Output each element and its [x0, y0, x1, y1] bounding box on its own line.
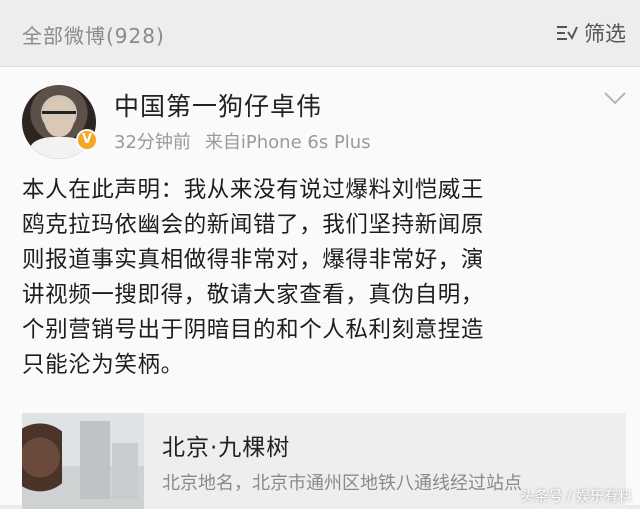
post-source: 来自iPhone 6s Plus	[204, 132, 371, 153]
filter-icon	[557, 26, 578, 41]
building-shape	[80, 421, 110, 499]
location-thumbnail	[22, 413, 144, 509]
tree-shape	[22, 423, 62, 509]
avatar-glasses	[42, 111, 76, 122]
post-body: 本人在此声明：我从来没有说过爆料刘恺威王 鸥克拉玛依幽会的新闻错了，我们坚持新闻…	[22, 173, 622, 383]
location-title: 北京·九棵树	[162, 435, 291, 461]
building-shape	[112, 443, 138, 499]
header-bar: 全部微博(928) 筛选	[0, 0, 640, 67]
post-time: 32分钟前	[114, 132, 191, 153]
filter-label: 筛选	[584, 22, 626, 46]
post-line: 只能沦为笑柄。	[22, 352, 184, 378]
post-line: 本人在此声明：我从来没有说过爆料刘恺威王	[22, 177, 485, 203]
post-card: V 中国第一狗仔卓伟 32分钟前 来自iPhone 6s Plus 本人在此声明…	[0, 67, 640, 509]
post-line: 个别营销号出于阴暗目的和个人私利刻意捏造	[22, 317, 485, 343]
post-meta: 32分钟前 来自iPhone 6s Plus	[114, 128, 371, 154]
username[interactable]: 中国第一狗仔卓伟	[114, 87, 322, 123]
all-posts-count[interactable]: 全部微博(928)	[22, 20, 165, 49]
verified-badge-icon: V	[76, 129, 98, 151]
filter-button[interactable]: 筛选	[556, 18, 626, 48]
post-line: 讲视频一搜即得，敬请大家查看，真伪自明，	[22, 282, 485, 308]
location-description: 北京地名，北京市通州区地铁八通线经过站点	[162, 473, 522, 494]
chevron-down-icon[interactable]	[604, 91, 626, 105]
post-line: 鸥克拉玛依幽会的新闻错了，我们坚持新闻原	[22, 212, 485, 238]
post-line: 则报道事实真相做得非常对，爆得非常好，演	[22, 247, 485, 273]
watermark: 头条号 / 娱乐有料	[520, 489, 632, 505]
